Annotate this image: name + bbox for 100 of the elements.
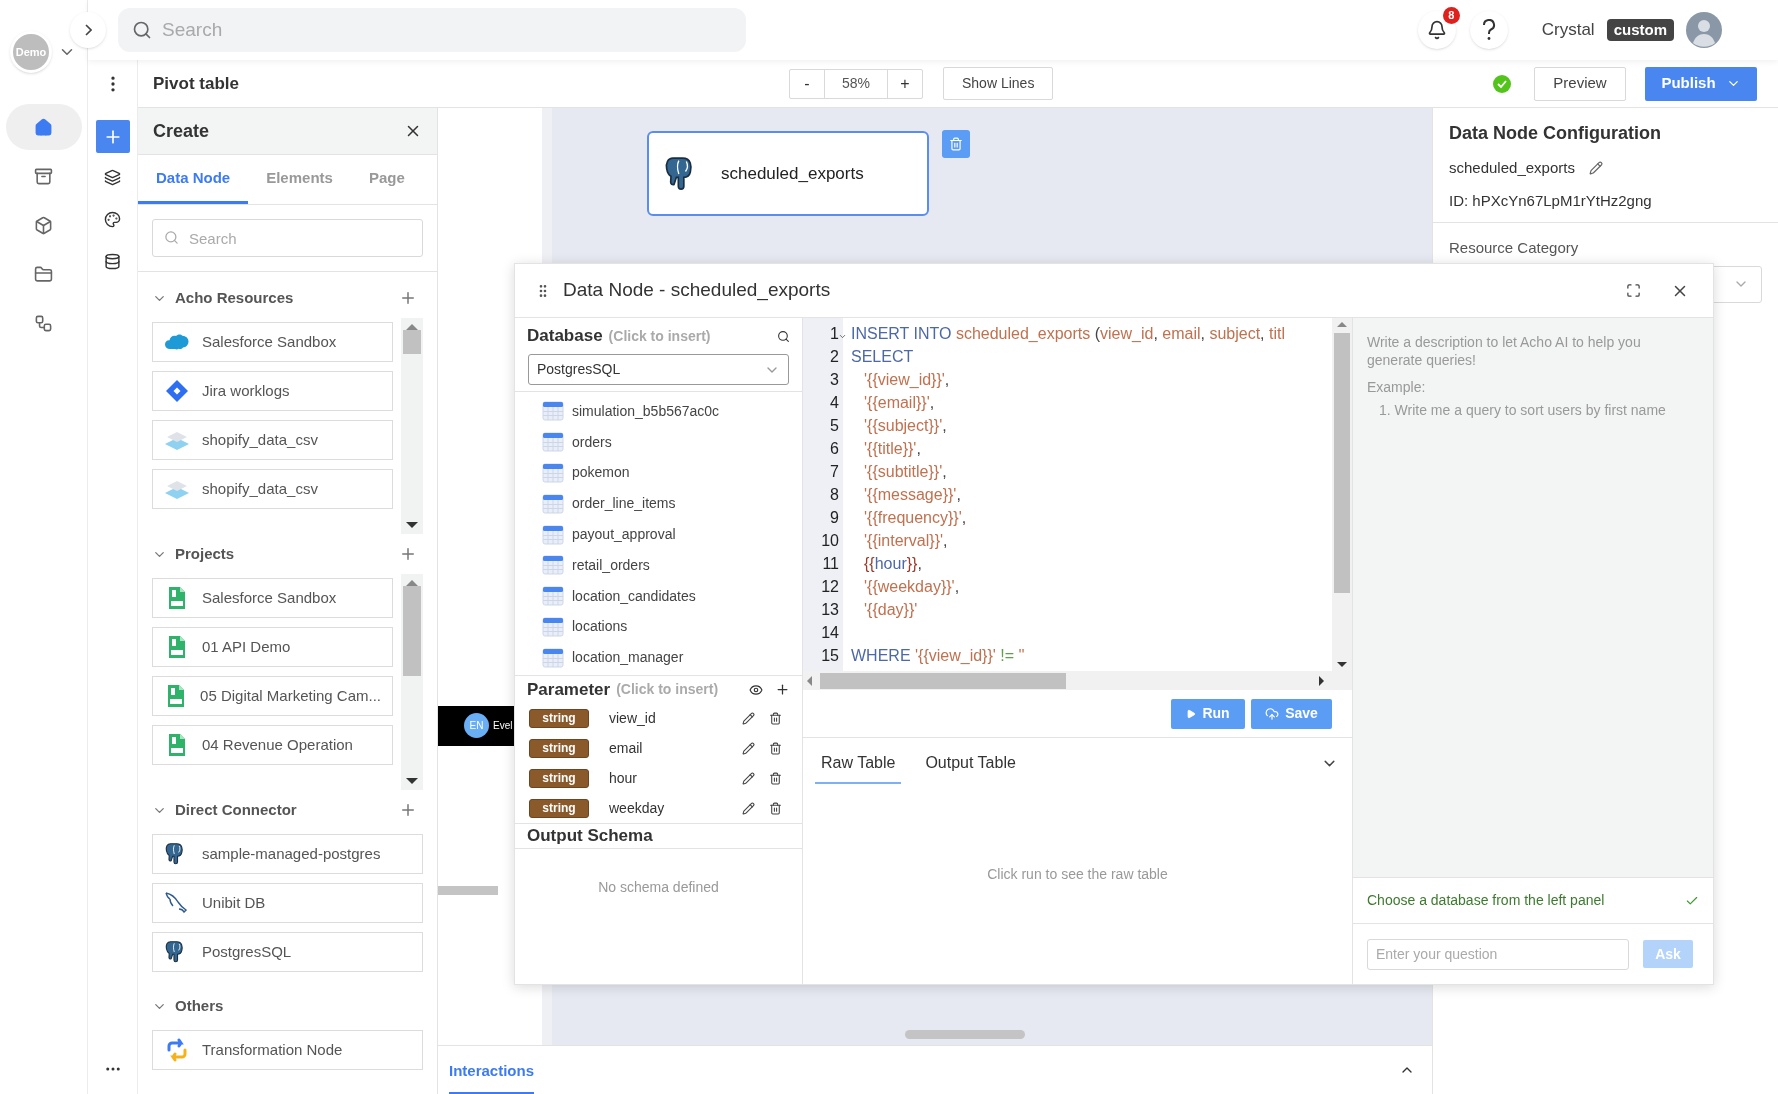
type-badge: string — [529, 768, 589, 788]
resource-item[interactable]: 01 API Demo — [152, 627, 393, 667]
role-badge: custom — [1606, 19, 1674, 41]
scrollbar[interactable] — [803, 671, 1352, 690]
table-item[interactable]: payout_approval — [542, 519, 802, 550]
edit-icon[interactable] — [742, 801, 755, 815]
edit-icon[interactable] — [742, 711, 755, 725]
parameter-name[interactable]: weekday — [609, 797, 742, 819]
table-icon — [542, 432, 564, 453]
delete-icon[interactable] — [769, 711, 782, 725]
expand-button[interactable] — [70, 12, 106, 48]
notification-count: 8 — [1442, 7, 1460, 24]
resource-item[interactable]: Salesforce Sandbox — [152, 578, 393, 618]
line-number: 8 — [830, 484, 839, 505]
table-icon — [542, 401, 564, 422]
table-item[interactable]: order_line_items — [542, 488, 802, 520]
palette-icon[interactable] — [104, 211, 121, 228]
resource-item[interactable]: PostgresSQL — [152, 932, 423, 972]
code-line: '{{title}}', — [863, 438, 921, 459]
table-item[interactable]: location_candidates — [542, 580, 802, 612]
scrollbar[interactable] — [401, 574, 423, 790]
table-item[interactable]: retail_orders — [542, 550, 802, 581]
code-line: '{{weekday}}', — [863, 576, 960, 597]
section-hint: (Click to insert) — [616, 680, 719, 699]
scrollbar-thumb[interactable] — [905, 1030, 1025, 1039]
publish-button[interactable]: Publish — [1645, 66, 1757, 101]
resource-item[interactable]: sample-managed-postgres — [152, 834, 423, 874]
line-number: 5 — [830, 415, 839, 436]
resource-item[interactable]: 04 Revenue Operation — [152, 725, 393, 765]
table-item[interactable]: locations — [542, 611, 802, 643]
zoom-out-button[interactable]: - — [790, 69, 825, 98]
parameter-name[interactable]: view_id — [609, 707, 742, 729]
diamond-icon — [165, 379, 189, 403]
dolphin-icon — [164, 891, 190, 915]
section-title: Projects — [175, 543, 235, 564]
search-field[interactable]: Search — [152, 219, 423, 257]
code-line: {{hour}}, — [863, 553, 922, 574]
resource-item[interactable]: shopify_data_csv — [152, 420, 393, 460]
result-tab[interactable]: Raw Table — [815, 744, 902, 784]
code-line: SELECT — [851, 346, 914, 367]
search-icon — [164, 230, 179, 245]
resource-item[interactable]: shopify_data_csv — [152, 469, 393, 509]
eye-icon[interactable] — [749, 682, 763, 697]
edit-icon[interactable] — [742, 771, 755, 785]
nav-item[interactable] — [5, 104, 82, 150]
type-badge: string — [529, 798, 589, 818]
data-node-card[interactable]: scheduled_exports — [647, 131, 929, 216]
line-number: 7 — [830, 461, 839, 482]
node-id: ID: hPXcYn67LpM1rYtHz2gng — [1449, 190, 1653, 211]
database-icon[interactable] — [104, 253, 121, 270]
sheet-icon — [168, 586, 186, 610]
table-item[interactable]: location_manager — [542, 642, 802, 674]
zoom-in-button[interactable]: + — [887, 69, 922, 98]
panel-tab[interactable]: Data Node — [138, 155, 249, 204]
help-button[interactable] — [1469, 11, 1508, 49]
search-field[interactable]: Search — [118, 8, 746, 52]
type-badge: string — [529, 738, 589, 758]
scrollbar[interactable] — [1332, 318, 1352, 671]
line-number: 14 — [821, 622, 839, 643]
user-avatar[interactable] — [1686, 12, 1722, 48]
result-tab[interactable]: Output Table — [919, 744, 1022, 784]
section-title: Direct Connector — [175, 799, 297, 820]
table-item[interactable]: orders — [542, 426, 802, 458]
delete-icon[interactable] — [769, 771, 782, 785]
resource-item[interactable]: Jira worklogs — [152, 371, 393, 411]
line-number: 13 — [821, 599, 839, 620]
expand-icon[interactable] — [1626, 283, 1641, 298]
parameter-name[interactable]: email — [609, 737, 742, 759]
edit-icon[interactable] — [1588, 161, 1603, 176]
folder-icon — [34, 264, 53, 284]
resource-item[interactable]: 05 Digital Marketing Cam... — [152, 676, 393, 716]
resource-item[interactable]: Unibit DB — [152, 883, 423, 923]
table-item[interactable]: pokemon — [542, 457, 802, 489]
line-number: 1 — [830, 323, 839, 344]
zoom-level: 58% — [841, 74, 871, 93]
search-icon[interactable] — [777, 329, 790, 343]
delete-icon[interactable] — [769, 801, 782, 815]
line-number: 4 — [830, 392, 839, 413]
table-icon — [542, 586, 564, 607]
resource-item[interactable]: Salesforce Sandbox — [152, 322, 393, 362]
scrollbar[interactable] — [401, 318, 423, 534]
question-field[interactable]: Enter your question — [1367, 938, 1629, 970]
delete-icon[interactable] — [769, 741, 782, 755]
table-item[interactable]: simulation_b5b567ac0c — [542, 396, 802, 427]
sheet-icon — [167, 684, 186, 708]
sheet-icon — [168, 635, 186, 659]
edit-icon[interactable] — [742, 741, 755, 755]
add-button[interactable] — [95, 120, 130, 153]
fold-icon[interactable] — [838, 332, 847, 341]
resource-item[interactable]: Transformation Node — [152, 1030, 423, 1070]
dialog-title: Data Node - scheduled_exports — [563, 278, 831, 303]
database-select[interactable]: PostgresSQL — [528, 354, 789, 385]
scrollbar-thumb[interactable] — [438, 886, 498, 895]
add-icon[interactable] — [775, 682, 790, 697]
show-lines-button[interactable]: Show Lines — [943, 67, 1054, 100]
panel-tab[interactable]: Interactions — [449, 1050, 535, 1094]
sheet-icon — [168, 733, 186, 757]
parameter-name[interactable]: hour — [609, 767, 742, 789]
layers-icon[interactable] — [104, 169, 121, 186]
preview-button[interactable]: Preview — [1534, 66, 1626, 101]
